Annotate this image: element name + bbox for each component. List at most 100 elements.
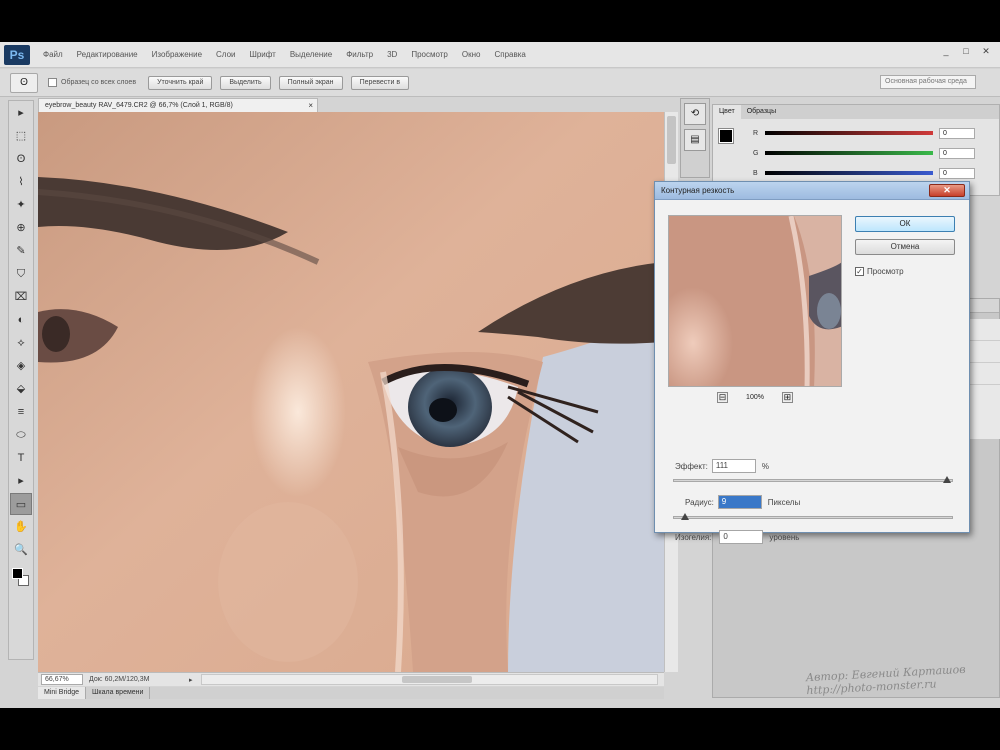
gradient-tool-icon[interactable]: ⟡	[10, 332, 32, 354]
menu-window[interactable]: Окно	[455, 50, 488, 59]
preview-image	[669, 216, 841, 386]
zoom-in-icon[interactable]: ⊞	[781, 391, 793, 403]
dodge-tool-icon[interactable]: ⬙	[10, 378, 32, 400]
blue-channel-label: B	[753, 169, 758, 177]
menu-view[interactable]: Просмотр	[404, 50, 455, 59]
dialog-close-icon[interactable]: ✕	[929, 184, 965, 197]
marquee-tool-icon[interactable]: ⬚	[10, 125, 32, 147]
horizontal-scrollbar[interactable]	[200, 674, 658, 685]
preview-checkbox[interactable]: ✓	[855, 267, 864, 276]
blur-tool-icon[interactable]: ◈	[10, 355, 32, 377]
amount-label: Эффект:	[675, 461, 708, 471]
refine-edge-button[interactable]: Уточнить край	[148, 75, 213, 90]
tab-swatches[interactable]: Образцы	[741, 105, 782, 119]
color-swatches[interactable]	[9, 565, 33, 593]
maximize-icon[interactable]: □	[958, 45, 974, 57]
close-document-icon[interactable]: ×	[308, 99, 313, 112]
menu-file[interactable]: Файл	[36, 50, 70, 59]
menu-type[interactable]: Шрифт	[242, 50, 282, 59]
threshold-unit: уровень	[769, 532, 800, 542]
document-canvas[interactable]	[38, 112, 664, 672]
blue-channel-value[interactable]: 0	[939, 167, 975, 179]
quick-select-tool-icon[interactable]: ⌇	[10, 171, 32, 193]
eyedropper-tool-icon[interactable]: ⊕	[10, 217, 32, 239]
cancel-button[interactable]: Отмена	[855, 239, 955, 255]
menu-edit[interactable]: Редактирование	[70, 50, 145, 59]
green-channel-value[interactable]: 0	[939, 147, 975, 159]
document-tab[interactable]: eyebrow_beauty RAV_6479.CR2 @ 66,7% (Сло…	[38, 98, 318, 112]
tools-panel: ▸ ⬚ ʘ ⌇ ✦ ⊕ ✎ ⛉ ⌧ ◐ ⟡ ◈ ⬙ ≡ ⬭ T ▸ ▭ ✋ 🔍	[8, 100, 34, 660]
close-icon[interactable]: ✕	[978, 45, 994, 57]
menu-filter[interactable]: Фильтр	[339, 50, 380, 59]
filter-preview[interactable]	[668, 215, 842, 387]
sample-all-layers-checkbox[interactable]	[48, 78, 57, 87]
convert-button[interactable]: Перевести в	[350, 75, 410, 90]
rectangle-tool-icon[interactable]: ▭	[10, 493, 32, 515]
history-panel-icon[interactable]: ⟲	[684, 103, 706, 125]
eraser-tool-icon[interactable]: ◐	[10, 309, 32, 331]
zoom-tool-icon[interactable]: 🔍	[10, 539, 32, 561]
menu-3d[interactable]: 3D	[380, 50, 404, 59]
lasso-tool-icon[interactable]: ʘ	[10, 148, 32, 170]
blue-channel-slider[interactable]	[765, 171, 933, 175]
radius-input[interactable]: 9	[717, 495, 762, 509]
menu-layers[interactable]: Слои	[209, 50, 242, 59]
radius-slider-knob[interactable]	[680, 513, 689, 520]
zoom-out-icon[interactable]: ⊟	[717, 391, 729, 403]
radius-slider[interactable]	[673, 513, 953, 520]
workspace-select[interactable]: Основная рабочая среда	[880, 75, 976, 89]
vertical-scroll-thumb[interactable]	[667, 116, 676, 164]
history-brush-tool-icon[interactable]: ⌧	[10, 286, 32, 308]
green-channel-row: G 0	[753, 147, 993, 159]
status-menu-arrow-icon[interactable]: ▸	[189, 676, 193, 684]
lasso-icon[interactable]: ʘ	[10, 72, 38, 93]
pen-tool-icon[interactable]: ≡	[10, 401, 32, 423]
type-tool-icon[interactable]: T	[10, 447, 32, 469]
options-bar: ʘ Образец со всех слоев Уточнить край Вы…	[0, 69, 1000, 97]
crop-tool-icon[interactable]: ✦	[10, 194, 32, 216]
amount-input[interactable]: 111	[711, 459, 756, 473]
color-panel-swatch[interactable]	[718, 128, 734, 144]
menu-image[interactable]: Изображение	[145, 50, 209, 59]
tab-mini-bridge[interactable]: Mini Bridge	[38, 687, 87, 699]
full-screen-button[interactable]: Полный экран	[278, 75, 343, 90]
properties-panel-icon[interactable]: ▤	[684, 129, 706, 151]
threshold-row: Изогелия: 0 уровень	[675, 530, 799, 544]
face-closeup-photo	[38, 112, 664, 672]
shape-tool-icon[interactable]: ⬭	[10, 424, 32, 446]
hand-tool-icon[interactable]: ✋	[10, 516, 32, 538]
preview-zoom-level: 100%	[746, 393, 764, 401]
foreground-color-swatch[interactable]	[12, 568, 23, 579]
radius-label: Радиус:	[685, 497, 714, 507]
green-channel-label: G	[753, 149, 759, 157]
tab-color[interactable]: Цвет	[713, 105, 741, 119]
amount-row: Эффект: 111 %	[675, 459, 769, 473]
tab-timeline[interactable]: Шкала времени	[86, 687, 151, 699]
threshold-label: Изогелия:	[675, 532, 712, 542]
ok-button[interactable]: ОК	[855, 216, 955, 232]
document-title: eyebrow_beauty RAV_6479.CR2 @ 66,7% (Сло…	[45, 102, 233, 109]
amount-slider[interactable]	[673, 476, 953, 483]
document-size[interactable]: Док: 60,2M/120,3M	[89, 676, 189, 683]
threshold-input[interactable]: 0	[719, 530, 764, 544]
select-button[interactable]: Выделить	[220, 75, 271, 90]
bottom-panel-tabs: Mini Bridge Шкала времени	[38, 687, 664, 699]
red-channel-value[interactable]: 0	[939, 127, 975, 139]
dialog-title-bar[interactable]: Контурная резкость ✕	[655, 182, 969, 200]
red-channel-slider[interactable]	[765, 131, 933, 135]
horizontal-scroll-thumb[interactable]	[401, 676, 472, 683]
preview-checkbox-row: ✓ Просмотр	[855, 267, 904, 276]
menu-help[interactable]: Справка	[487, 50, 532, 59]
red-channel-row: R 0	[753, 127, 993, 139]
menu-select[interactable]: Выделение	[283, 50, 339, 59]
panel-dock: ⟲ ▤	[680, 98, 710, 178]
path-select-tool-icon[interactable]: ▸	[10, 470, 32, 492]
amount-unit: %	[761, 461, 769, 471]
amount-slider-knob[interactable]	[943, 476, 952, 483]
stamp-tool-icon[interactable]: ⛉	[10, 263, 32, 285]
zoom-level-field[interactable]: 66,67%	[41, 674, 83, 685]
brush-tool-icon[interactable]: ✎	[10, 240, 32, 262]
move-tool-icon[interactable]: ▸	[10, 102, 32, 124]
minimize-icon[interactable]: _	[938, 45, 954, 57]
green-channel-slider[interactable]	[765, 151, 933, 155]
